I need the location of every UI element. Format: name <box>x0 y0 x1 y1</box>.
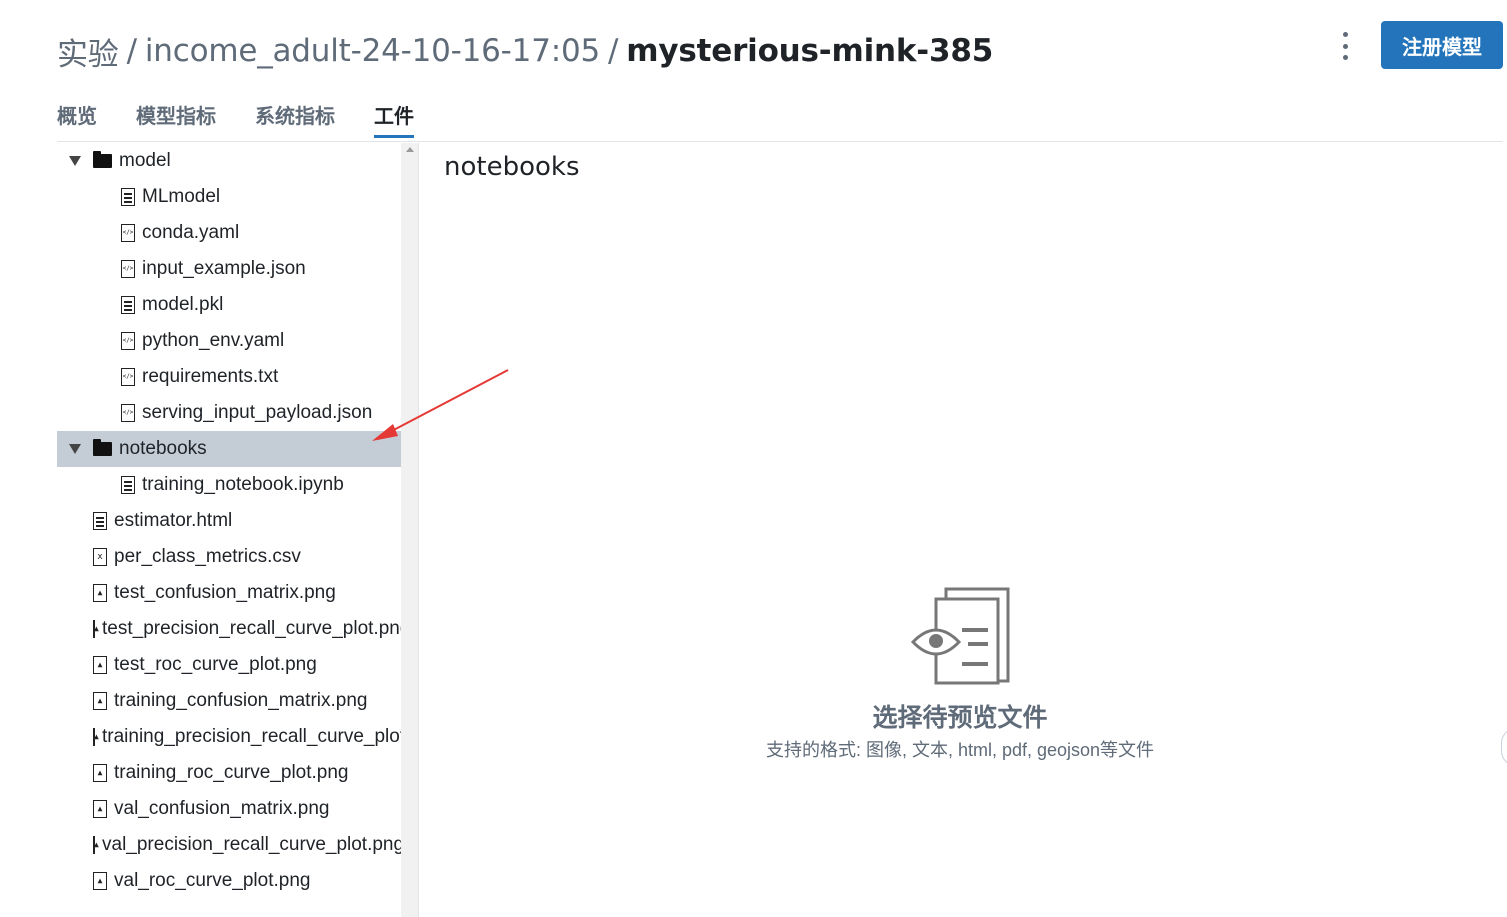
text-file-icon <box>121 296 135 314</box>
breadcrumb-experiments-link[interactable]: 实验 <box>57 29 119 74</box>
artifact-file-tree[interactable]: model MLmodel </> conda.yaml </> input_exampl… <box>57 143 401 917</box>
tree-item-label: estimator.html <box>114 510 233 531</box>
tab-system-metrics[interactable]: 系统指标 <box>255 100 335 137</box>
breadcrumb-separator: / <box>126 33 137 69</box>
folder-icon <box>93 151 112 168</box>
tree-file-row[interactable]: </> input_example.json <box>57 251 401 287</box>
code-file-icon: </> <box>121 404 135 422</box>
code-file-icon: </> <box>121 332 135 350</box>
tree-item-label: training_roc_curve_plot.png <box>114 762 349 783</box>
tree-item-label: training_notebook.ipynb <box>142 474 344 495</box>
tree-file-row[interactable]: </> conda.yaml <box>57 215 401 251</box>
image-file-icon: ▲ <box>93 620 99 638</box>
image-file-icon: ▲ <box>93 836 99 854</box>
tab-bar: 概览 模型指标 系统指标 工件 <box>57 100 453 138</box>
tree-file-row[interactable]: MLmodel <box>57 179 401 215</box>
tree-item-label: test_roc_curve_plot.png <box>114 654 317 675</box>
code-file-icon: </> <box>121 224 135 242</box>
image-file-icon: ▲ <box>93 584 107 602</box>
tree-item-label: val_confusion_matrix.png <box>114 798 330 819</box>
image-file-icon: ▲ <box>93 872 107 890</box>
caret-down-icon[interactable] <box>69 444 81 454</box>
tree-file-row[interactable]: </> requirements.txt <box>57 359 401 395</box>
tree-item-label: training_confusion_matrix.png <box>114 690 368 711</box>
tree-item-label: requirements.txt <box>142 366 279 387</box>
more-options-icon[interactable] <box>1333 32 1357 60</box>
image-file-icon: ▲ <box>93 800 107 818</box>
tree-file-row[interactable]: ▲ val_precision_recall_curve_plot.png <box>57 827 401 863</box>
tree-file-row[interactable]: ▲ training_roc_curve_plot.png <box>57 755 401 791</box>
tree-item-label: conda.yaml <box>142 222 240 243</box>
tree-file-row[interactable]: </> serving_input_payload.json <box>57 395 401 431</box>
tree-file-row[interactable]: training_notebook.ipynb <box>57 467 401 503</box>
tree-item-label: per_class_metrics.csv <box>114 546 301 567</box>
folder-icon <box>93 439 112 456</box>
tree-file-row[interactable]: ▲ test_precision_recall_curve_plot.png <box>57 611 401 647</box>
tree-file-row[interactable]: ▲ val_roc_curve_plot.png <box>57 863 401 899</box>
tree-item-label: input_example.json <box>142 258 306 279</box>
tree-scrollbar[interactable] <box>401 143 419 917</box>
image-file-icon: ▲ <box>93 656 107 674</box>
code-file-icon: </> <box>121 260 135 278</box>
floating-action-handle[interactable] <box>1501 728 1507 766</box>
tree-file-row[interactable]: ▲ test_roc_curve_plot.png <box>57 647 401 683</box>
tree-file-row[interactable]: ▲ training_confusion_matrix.png <box>57 683 401 719</box>
code-file-icon: </> <box>121 368 135 386</box>
tree-item-label: MLmodel <box>142 186 221 207</box>
tree-file-row[interactable]: x per_class_metrics.csv <box>57 539 401 575</box>
file-preview-eye-icon <box>910 587 1010 685</box>
tree-folder-row[interactable]: notebooks <box>57 431 401 467</box>
register-model-button[interactable]: 注册模型 <box>1381 21 1503 69</box>
empty-state-title: 选择待预览文件 <box>872 703 1048 732</box>
tree-item-label: val_roc_curve_plot.png <box>114 870 311 891</box>
preview-title: notebooks <box>444 152 580 182</box>
caret-down-icon[interactable] <box>69 156 81 166</box>
empty-state-description: 支持的格式: 图像, 文本, html, pdf, geojson等文件 <box>765 740 1155 760</box>
tab-model-metrics[interactable]: 模型指标 <box>136 100 216 137</box>
spreadsheet-file-icon: x <box>93 548 107 566</box>
image-file-icon: ▲ <box>93 728 99 746</box>
red-arrow-icon <box>372 369 509 441</box>
tree-file-row[interactable]: ▲ test_confusion_matrix.png <box>57 575 401 611</box>
tree-folder-row[interactable]: model <box>57 143 401 179</box>
text-file-icon <box>93 512 107 530</box>
scroll-up-arrow-icon[interactable] <box>406 147 414 152</box>
tree-item-label: test_precision_recall_curve_plot.png <box>102 618 401 639</box>
tab-overview[interactable]: 概览 <box>57 100 97 137</box>
tree-item-label: model <box>119 150 171 171</box>
tree-item-label: test_confusion_matrix.png <box>114 582 336 603</box>
breadcrumb-separator: / <box>608 33 619 69</box>
text-file-icon <box>121 188 135 206</box>
page-title: mysterious-mink-385 <box>626 33 994 69</box>
breadcrumb-experiment-link[interactable]: income_adult-24-10-16-17:05 <box>145 33 600 69</box>
tree-item-label: serving_input_payload.json <box>142 402 373 423</box>
tab-artifacts[interactable]: 工件 <box>374 100 414 138</box>
image-file-icon: ▲ <box>93 692 107 710</box>
tree-file-row[interactable]: </> python_env.yaml <box>57 323 401 359</box>
tree-item-label: model.pkl <box>142 294 224 315</box>
tree-file-row[interactable]: ▲ val_confusion_matrix.png <box>57 791 401 827</box>
breadcrumb: 实验 / income_adult-24-10-16-17:05 / myste… <box>57 28 993 74</box>
tree-file-row[interactable]: ▲training_precision_recall_curve_plot.pn… <box>57 719 401 755</box>
tree-file-row[interactable]: estimator.html <box>57 503 401 539</box>
text-file-icon <box>121 476 135 494</box>
tree-item-label: training_precision_recall_curve_plot.png <box>102 726 401 747</box>
tree-item-label: val_precision_recall_curve_plot.png <box>102 834 401 855</box>
image-file-icon: ▲ <box>93 764 107 782</box>
tree-item-label: notebooks <box>119 438 207 459</box>
tree-file-row[interactable]: model.pkl <box>57 287 401 323</box>
tab-divider <box>57 141 1503 142</box>
tree-item-label: python_env.yaml <box>142 330 285 351</box>
